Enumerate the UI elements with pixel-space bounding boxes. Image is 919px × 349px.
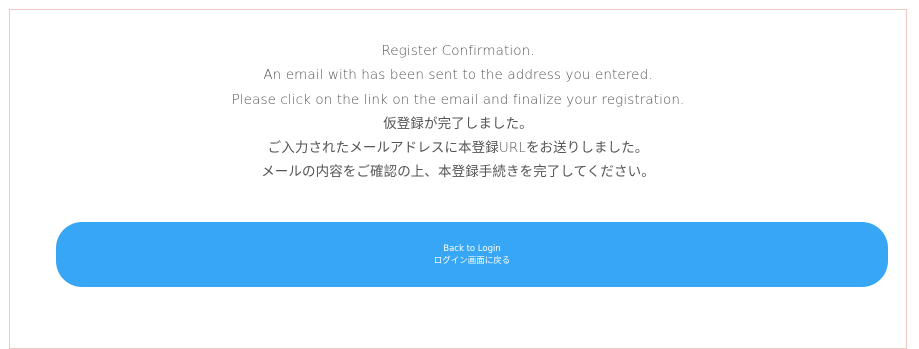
confirmation-panel: Register Confirmation. An email with has… bbox=[9, 9, 907, 349]
back-to-login-label-en: Back to Login bbox=[443, 243, 501, 254]
confirmation-title: Register Confirmation. bbox=[381, 43, 535, 59]
email-sent-text: An email with has been sent to the addre… bbox=[263, 67, 653, 84]
complete-registration-text: メールの内容をご確認の上、本登録手続きを完了してください。 bbox=[261, 164, 655, 181]
back-to-login-button[interactable]: Back to Login ログイン画面に戻る bbox=[56, 222, 888, 287]
back-to-login-label-ja: ログイン画面に戻る bbox=[433, 255, 511, 266]
confirmation-message: Register Confirmation. An email with has… bbox=[10, 39, 906, 185]
provisional-registration-text: 仮登録が完了しました。 bbox=[383, 115, 533, 132]
click-link-text: Please click on the link on the email an… bbox=[231, 91, 685, 108]
url-sent-text: ご入力されたメールアドレスに本登録URLをお送りしました。 bbox=[267, 140, 649, 157]
